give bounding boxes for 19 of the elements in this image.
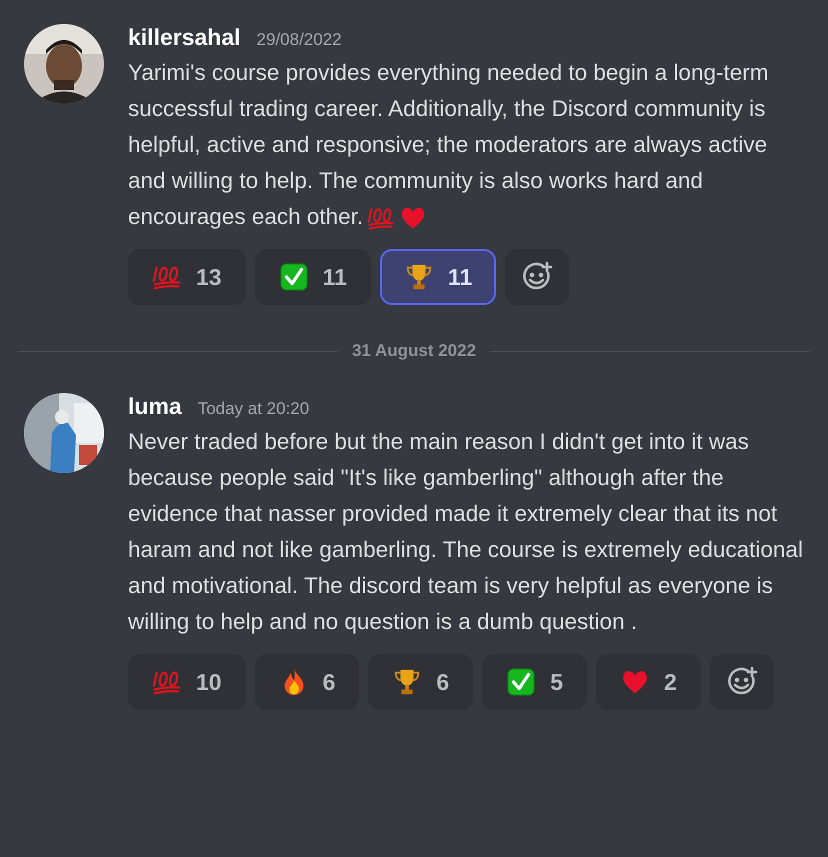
add-reaction-button[interactable] <box>505 249 570 305</box>
reaction-button[interactable]: 6 <box>254 654 360 710</box>
timestamp: Today at 20:20 <box>198 399 310 419</box>
timestamp: 29/08/2022 <box>256 30 342 50</box>
date-divider: 31 August 2022 <box>352 341 476 361</box>
reaction-button[interactable]: 10 <box>128 654 246 710</box>
message-text: Never traded before but the main reason I didn't get into it was because people said "It's like gamberling" although after the evidence that nasser provided made it extremely clear that its not haram and not like gamberling. The course is extremely educational and motivational. The discord team is very helpful as everyone is willing to help and no question is a dumb question . <box>128 428 804 636</box>
reaction-button[interactable]: 11 <box>254 249 371 305</box>
reaction-button[interactable]: 6 <box>368 654 474 710</box>
check-mark-icon <box>506 667 536 697</box>
message-text: Yarimi's course provides everything needed to begin a long-term successful trading career. Additionally, the Discord community is helpful, active and responsive; the moderators are always active and willing to help. The community is also works hard and encourages each other. <box>128 55 808 235</box>
reaction-button[interactable]: 2 <box>596 654 701 710</box>
reaction-button[interactable]: 5 <box>482 654 587 710</box>
username[interactable]: luma <box>128 393 182 420</box>
check-mark-icon <box>278 262 309 292</box>
add-reaction-button[interactable] <box>710 654 774 710</box>
reaction-button[interactable]: 11 <box>380 249 496 305</box>
username[interactable]: killersahal <box>128 24 241 51</box>
reaction-button[interactable]: 13 <box>128 249 246 305</box>
